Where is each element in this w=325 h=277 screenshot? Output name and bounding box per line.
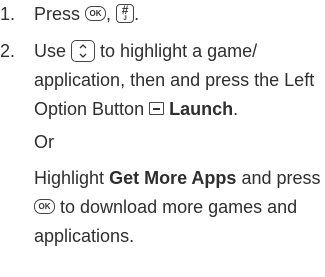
step-1-number: 1. <box>0 4 16 24</box>
step-2-line3-period: . <box>233 99 239 119</box>
highlight-text: Highlight <box>34 168 105 188</box>
pound-key-letter: J <box>123 15 127 22</box>
step-2-line3: Option Button Launch. <box>34 95 238 124</box>
step-2-option-button-text: Option Button <box>34 99 145 119</box>
step-2-line6: OK to download more games and <box>34 193 297 222</box>
step-2: 2. Use to highlight a game/ <box>0 37 257 66</box>
step-2-line7: applications. <box>34 226 135 246</box>
pound-key-symbol: # <box>121 2 129 17</box>
step-2-use: Use <box>34 41 67 61</box>
step-1: 1. Press OK, # J. <box>0 0 139 29</box>
step-2-number: 2. <box>0 41 16 61</box>
launch-label: Launch <box>169 99 234 119</box>
ok-key-icon: OK <box>85 6 107 22</box>
step-1-text: Press <box>34 4 81 24</box>
ok-key-icon: OK <box>34 199 55 215</box>
and-press-text: and press <box>241 168 321 188</box>
left-soft-key-icon <box>149 102 165 116</box>
step-1-comma: , <box>106 4 112 24</box>
instruction-document: 1. Press OK, # J. 2. Use to highlight a gam… <box>0 0 325 277</box>
pound-key-icon: # J <box>116 2 135 23</box>
download-text: to download more games and <box>60 197 298 217</box>
get-more-apps-label: Get More Apps <box>109 168 237 188</box>
or-separator: Or <box>34 132 54 152</box>
navigation-key-icon <box>71 39 96 62</box>
step-2-line2: application, then and press the Left <box>34 70 315 90</box>
step-2-line5: Highlight Get More Apps and press <box>34 164 321 193</box>
step-2-line1-rest: to highlight a game/ <box>100 41 258 61</box>
step-1-period: . <box>134 4 140 24</box>
